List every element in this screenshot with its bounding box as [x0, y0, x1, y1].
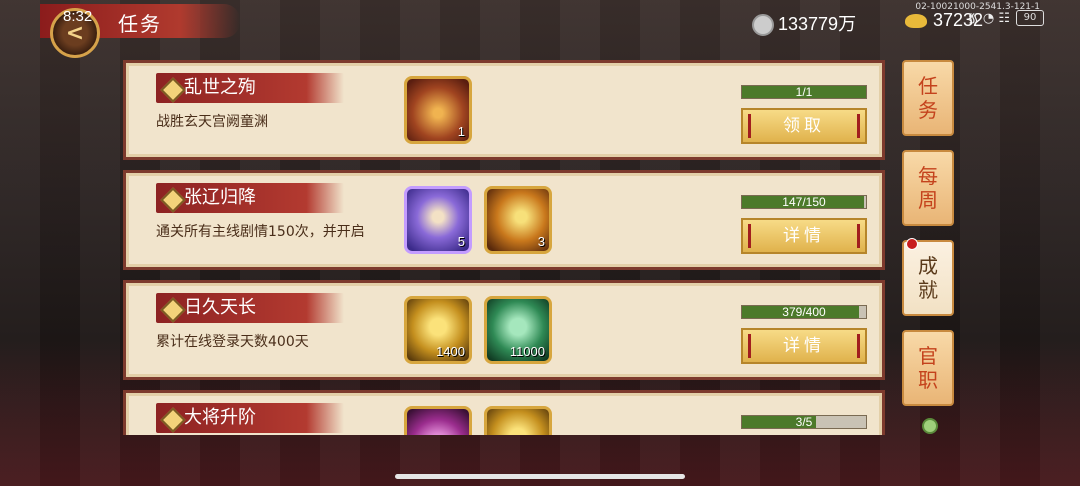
tab-achievement[interactable]: 成就 [902, 238, 954, 316]
task-card: 日久天长 累计在线登录天数400天 1400 11000 379/400 详情 [123, 280, 885, 380]
task-card: 大将升阶 3/5 [123, 390, 885, 435]
home-indicator[interactable] [395, 474, 685, 479]
reward-qty: 3 [537, 234, 545, 249]
task-description: 战胜玄天宫阙童渊 [156, 114, 268, 130]
reward-qty: 5 [457, 234, 465, 249]
reward-golden-sword[interactable]: 3 [484, 186, 552, 254]
task-card: 张辽归降 通关所有主线剧情150次，并开启 5 3 147/150 详情 [123, 170, 885, 270]
reward-gold-ingot[interactable]: 1400 [404, 296, 472, 364]
reward-weapon-bundle[interactable]: 1 [404, 76, 472, 144]
reward-qty: 11000 [509, 344, 545, 359]
tassel-knot-icon [922, 418, 938, 434]
reward-gold-ingot[interactable] [484, 406, 552, 435]
battery-icon: 90 [1016, 10, 1044, 26]
progress-text: 1/1 [795, 85, 813, 99]
progress-text: 3/5 [795, 415, 813, 429]
progress-text: 147/150 [782, 195, 826, 209]
notification-dot [906, 238, 918, 250]
reward-pearl[interactable] [404, 406, 472, 435]
progress-bar: 379/400 [741, 305, 867, 319]
task-description: 累计在线登录天数400天 [156, 334, 309, 350]
task-card: 乱世之殉 战胜玄天宫阙童渊 1 1/1 领取 [123, 60, 885, 160]
reward-hero-portrait[interactable]: 5 [404, 186, 472, 254]
progress-bar: 1/1 [741, 85, 867, 99]
status-time: 8:32 [63, 8, 93, 25]
reward-qty: 1400 [436, 344, 465, 359]
claim-button[interactable]: 领取 [741, 108, 867, 144]
task-description: 通关所有主线剧情150次，并开启 [156, 224, 365, 240]
details-button[interactable]: 详情 [741, 328, 867, 364]
tab-weekly[interactable]: 每周 [902, 150, 954, 226]
tab-task[interactable]: 任务 [902, 60, 954, 136]
progress-bar: 3/5 [741, 415, 867, 429]
task-list[interactable]: 乱世之殉 战胜玄天宫阙童渊 1 1/1 领取 张辽归降 通关所有主线剧情150次… [123, 60, 885, 435]
tab-rank[interactable]: 官职 [902, 330, 954, 406]
reward-qty: 1 [457, 124, 465, 139]
tab-achievement-label: 成就 [918, 254, 938, 302]
details-button[interactable]: 详情 [741, 218, 867, 254]
progress-bar: 147/150 [741, 195, 867, 209]
progress-text: 379/400 [782, 305, 826, 319]
reward-jade[interactable]: 11000 [484, 296, 552, 364]
status-bar: 8:32 ᯾ ◔ ☷ 02-10021000-2541.3-121-1 90 [0, 2, 1080, 26]
